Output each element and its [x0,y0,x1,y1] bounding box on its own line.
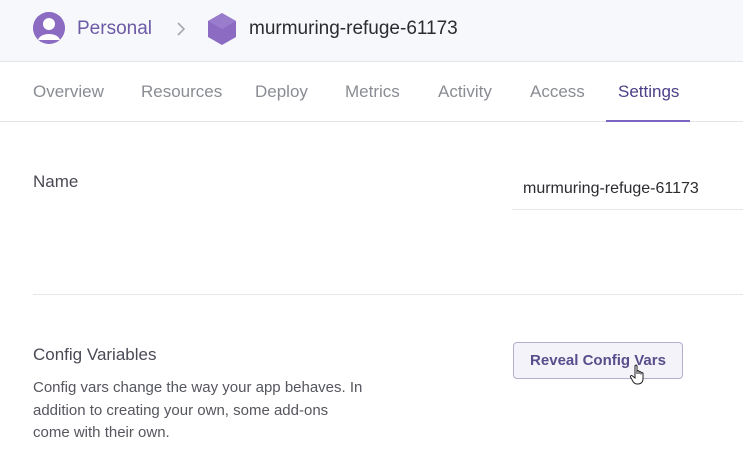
tab-overview[interactable]: Overview [33,82,104,102]
app-name-field[interactable]: murmuring-refuge-61173 [512,172,743,210]
tab-resources[interactable]: Resources [141,82,222,102]
tab-metrics[interactable]: Metrics [345,82,400,102]
app-name-title[interactable]: murmuring-refuge-61173 [249,18,458,40]
tab-settings[interactable]: Settings [618,82,679,102]
config-variables-label: Config Variables [33,345,157,364]
active-tab-indicator [606,120,690,122]
hexagon-app-icon [208,13,236,45]
app-tabs: Overview Resources Deploy Metrics Activi… [0,62,743,122]
reveal-config-vars-button[interactable]: Reveal Config Vars [513,342,683,379]
config-variables-description: Config vars change the way your app beha… [33,379,363,441]
tab-activity[interactable]: Activity [438,82,492,102]
tab-access[interactable]: Access [530,82,585,102]
user-avatar-icon[interactable] [33,12,65,44]
breadcrumb-personal[interactable]: Personal [77,18,152,40]
app-header: Personal murmuring-refuge-61173 [0,0,743,62]
hand-pointer-cursor-icon [629,364,644,385]
chevron-right-icon [177,22,186,36]
section-divider [33,294,743,295]
name-label: Name [33,172,79,191]
tab-deploy[interactable]: Deploy [255,82,308,102]
